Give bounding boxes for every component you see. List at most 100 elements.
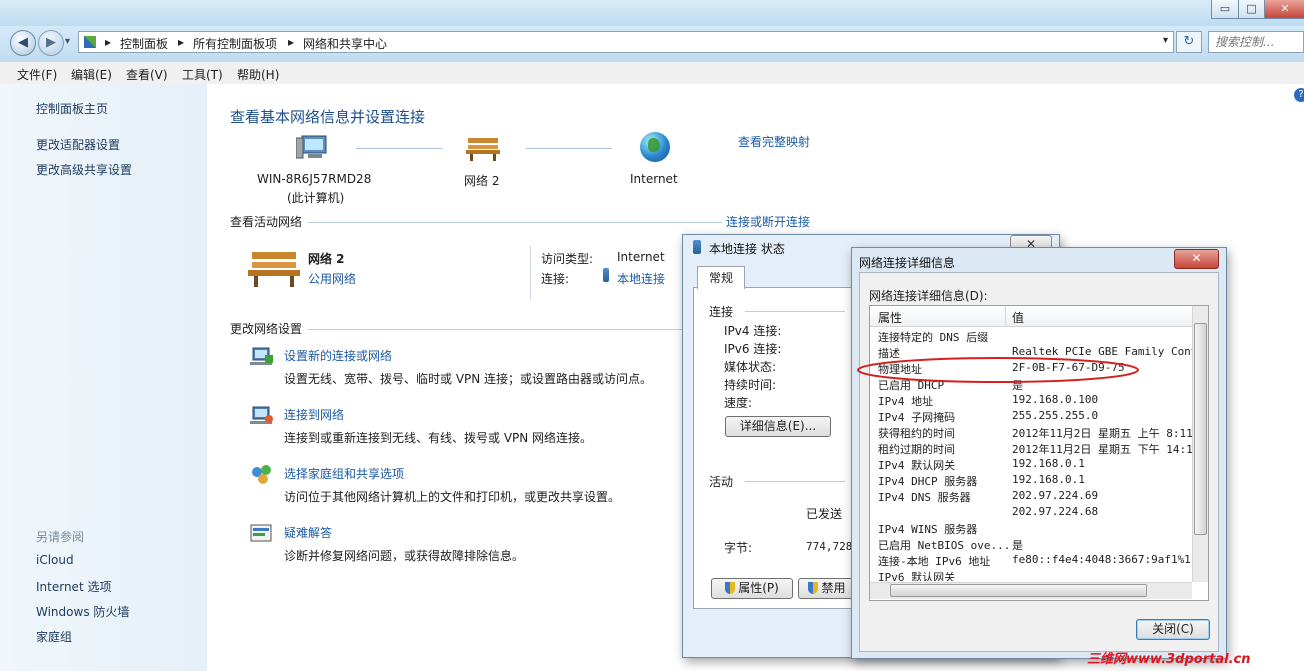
details-close-x[interactable]: ✕: [1174, 249, 1219, 269]
breadcrumb-all-items[interactable]: 所有控制面板项: [193, 35, 277, 52]
shield-icon: [808, 582, 819, 594]
detail-property: 获得租约的时间: [878, 427, 955, 440]
status-dialog-title: 本地连接 状态: [709, 242, 785, 256]
detail-property: 租约过期的时间: [878, 443, 955, 456]
task-homegroup[interactable]: 选择家庭组和共享选项: [284, 465, 404, 482]
task-new-connection[interactable]: 设置新的连接或网络: [284, 347, 392, 364]
tab-general[interactable]: 常规: [697, 266, 745, 289]
detail-row[interactable]: 租约过期的时间 2012年11月2日 星期五 下午 14:1: [870, 441, 1192, 457]
network-type-link[interactable]: 公用网络: [308, 270, 356, 287]
detail-value: 192.168.0.100: [1012, 393, 1099, 406]
detail-row[interactable]: IPv4 WINS 服务器: [870, 521, 1192, 537]
detail-row[interactable]: 连接-本地 IPv6 地址 fe80::f4e4:4048:3667:9af1%1…: [870, 553, 1192, 569]
section-connection: 连接: [709, 305, 734, 319]
map-link-line: [356, 148, 442, 149]
computer-name: WIN-8R6J57RMD28: [257, 172, 372, 186]
task-connect-network[interactable]: 连接到网络: [284, 406, 344, 423]
details-button[interactable]: 详细信息(E)...: [725, 416, 831, 437]
section-divider: [308, 329, 688, 330]
menu-bar: 文件(F) 编辑(E) 查看(V) 工具(T) 帮助(H): [0, 62, 1304, 85]
vertical-divider: [530, 246, 531, 300]
col-divider[interactable]: [1005, 306, 1006, 326]
horizontal-scroll-thumb[interactable]: [890, 584, 1147, 597]
see-also-homegroup[interactable]: 家庭组: [36, 628, 72, 645]
network-map-label: 网络 2: [464, 174, 500, 188]
menu-help[interactable]: 帮助(H): [237, 66, 279, 83]
connections-label: 连接:: [541, 272, 570, 286]
task-troubleshoot[interactable]: 疑难解答: [284, 524, 332, 541]
back-button[interactable]: ◀: [10, 30, 36, 56]
see-also-label: 另请参阅: [36, 530, 85, 544]
detail-value: 192.168.0.1: [1012, 457, 1085, 470]
detail-property: IPv4 DHCP 服务器: [878, 475, 978, 488]
vertical-scroll-thumb[interactable]: [1194, 323, 1207, 535]
detail-row[interactable]: IPv4 默认网关 192.168.0.1: [870, 457, 1192, 473]
see-also-firewall[interactable]: Windows 防火墙: [36, 603, 129, 620]
connect-disconnect-link[interactable]: 连接或断开连接: [726, 213, 810, 230]
address-box[interactable]: ▸ 控制面板 ▸ 所有控制面板项 ▸ 网络和共享中心 ▾: [78, 31, 1174, 53]
sidebar-item-sharing[interactable]: 更改高级共享设置: [36, 161, 132, 178]
mac-highlight-ellipse: [857, 357, 1139, 383]
bytes-label: 字节:: [724, 541, 753, 555]
minimize-button[interactable]: ▭: [1211, 0, 1239, 19]
detail-value: 是: [1012, 539, 1023, 552]
detail-property: 连接-本地 IPv6 地址: [878, 555, 991, 568]
refresh-button[interactable]: ↻: [1176, 31, 1202, 53]
detail-row[interactable]: IPv4 子网掩码 255.255.255.0: [870, 409, 1192, 425]
detail-row[interactable]: IPv6 默认网关: [870, 569, 1192, 581]
see-also-internet-options[interactable]: Internet 选项: [36, 578, 111, 595]
menu-file[interactable]: 文件(F): [17, 66, 57, 83]
shield-icon: [725, 582, 736, 594]
sidebar-item-adapter[interactable]: 更改适配器设置: [36, 136, 120, 153]
detail-row[interactable]: IPv4 DHCP 服务器 192.168.0.1: [870, 473, 1192, 489]
detail-row[interactable]: IPv4 DNS 服务器 202.97.224.69: [870, 489, 1192, 505]
detail-row[interactable]: 已启用 NetBIOS ove... 是: [870, 537, 1192, 553]
menu-view[interactable]: 查看(V): [126, 66, 168, 83]
computer-icon: [295, 134, 330, 167]
local-connection-link[interactable]: 本地连接: [617, 270, 665, 287]
sidebar-item-home[interactable]: 控制面板主页: [36, 100, 108, 117]
sent-label: 已发送: [806, 507, 843, 521]
control-panel-icon: [84, 36, 96, 48]
detail-value: 192.168.0.1: [1012, 473, 1085, 486]
detail-row[interactable]: 连接特定的 DNS 后缀: [870, 329, 1192, 345]
breadcrumb-network-center[interactable]: 网络和共享中心: [303, 35, 387, 52]
network-name: 网络 2: [308, 252, 345, 266]
new-connection-icon: [250, 346, 274, 368]
see-also-icloud[interactable]: iCloud: [36, 553, 74, 567]
disable-button[interactable]: 禁用: [798, 578, 856, 599]
ethernet-icon: [693, 240, 701, 254]
detail-value: 2012年11月2日 星期五 上午 8:11: [1012, 427, 1192, 440]
detail-row[interactable]: 202.97.224.68: [870, 505, 1192, 521]
detail-value: 202.97.224.68: [1012, 505, 1099, 518]
section-activity: 活动: [709, 475, 734, 489]
properties-label: 属性(P): [738, 581, 779, 595]
network-bench-icon: [466, 134, 500, 165]
history-dropdown-icon[interactable]: ▾: [65, 36, 70, 47]
maximize-button[interactable]: □: [1238, 0, 1265, 19]
breadcrumb-control-panel[interactable]: 控制面板: [120, 35, 168, 52]
detail-property: IPv4 地址: [878, 395, 934, 408]
col-value[interactable]: 值: [1012, 309, 1024, 326]
col-property[interactable]: 属性: [878, 309, 902, 326]
detail-row[interactable]: 获得租约的时间 2012年11月2日 星期五 上午 8:11: [870, 425, 1192, 441]
close-button[interactable]: ✕: [1264, 0, 1304, 19]
access-type-label: 访问类型:: [541, 252, 594, 266]
detail-property: 连接特定的 DNS 后缀: [878, 331, 989, 344]
menu-tools[interactable]: 工具(T): [182, 66, 223, 83]
map-link-line: [526, 148, 612, 149]
detail-row[interactable]: IPv4 地址 192.168.0.100: [870, 393, 1192, 409]
full-map-link[interactable]: 查看完整映射: [738, 133, 810, 150]
forward-button[interactable]: ▶: [38, 30, 64, 56]
details-list-label: 网络连接详细信息(D):: [869, 289, 988, 303]
title-bar: [0, 0, 1304, 26]
menu-edit[interactable]: 编辑(E): [71, 66, 112, 83]
properties-button[interactable]: 属性(P): [711, 578, 793, 599]
help-icon[interactable]: ?: [1294, 88, 1304, 102]
section-divider: [745, 311, 845, 312]
address-dropdown-icon[interactable]: ▾: [1163, 35, 1168, 46]
search-input[interactable]: [1208, 31, 1304, 53]
section-divider: [745, 481, 845, 482]
details-close-button[interactable]: 关闭(C): [1136, 619, 1210, 640]
access-type-value: Internet: [617, 250, 665, 264]
